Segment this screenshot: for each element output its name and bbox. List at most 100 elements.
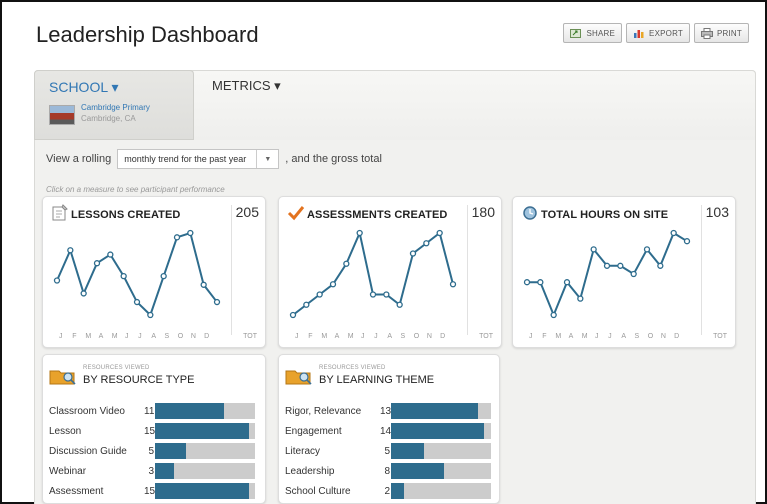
print-button[interactable]: PRINT xyxy=(694,23,749,43)
resource-count: 13 xyxy=(380,405,392,417)
resource-row[interactable]: Leadership 8 xyxy=(285,461,491,481)
data-point xyxy=(107,251,114,258)
month-label: A xyxy=(387,333,392,340)
resource-row[interactable]: Engagement 14 xyxy=(285,421,491,441)
resource-bar-fill xyxy=(155,443,187,459)
month-label: N xyxy=(190,333,196,340)
lessons-created-card[interactable]: LESSONS CREATED 205 J F M A M J J A S O N D TOT xyxy=(42,196,266,348)
resource-count: 11 xyxy=(144,405,155,417)
resource-count: 5 xyxy=(148,445,154,457)
resource-bar xyxy=(155,443,255,459)
trend-line xyxy=(292,229,454,316)
month-label: A xyxy=(621,333,626,340)
month-label: J xyxy=(608,333,612,340)
month-label: M xyxy=(321,333,328,340)
data-point xyxy=(643,246,651,253)
data-point xyxy=(80,290,87,297)
resource-count: 15 xyxy=(144,425,156,437)
resource-type-subtitle: RESOURCES VIEWED xyxy=(83,365,150,371)
resource-type-rows: Classroom Video 11 Lesson 15 Discussion Guid… xyxy=(49,401,255,501)
assessments-created-card[interactable]: ASSESSMENTS CREATED 180 J F M A M J J A S O N D TOT xyxy=(278,196,502,348)
page-title: Leadership Dashboard xyxy=(36,22,259,47)
rolling-prefix: View a rolling xyxy=(46,153,112,165)
data-point xyxy=(343,260,350,267)
data-point xyxy=(449,281,457,288)
data-point xyxy=(630,270,637,278)
card-total: 205 xyxy=(235,204,259,220)
month-label: N xyxy=(660,333,666,340)
data-point xyxy=(93,260,101,267)
share-label: SHARE xyxy=(586,28,616,38)
resource-bar-fill xyxy=(155,403,224,419)
data-point xyxy=(120,273,127,280)
resource-row[interactable]: Lesson 15 xyxy=(49,421,255,441)
month-label: O xyxy=(177,333,184,340)
month-axis: JFMAMJJASOND xyxy=(59,333,217,340)
data-point xyxy=(213,298,221,306)
resource-row[interactable]: Literacy 5 xyxy=(285,441,491,461)
resource-row[interactable]: Webinar 3 xyxy=(49,461,255,481)
folder-search-icon xyxy=(285,370,312,385)
resource-row[interactable]: Classroom Video 11 xyxy=(49,401,255,421)
export-icon xyxy=(634,29,644,38)
month-label: J xyxy=(124,333,129,340)
school-dropdown[interactable]: SCHOOL ▾ xyxy=(49,79,119,96)
month-label: D xyxy=(204,333,210,340)
school-tab[interactable]: SCHOOL ▾ Cambridge Primary Cambridge, CA xyxy=(34,70,194,140)
resource-label: Engagement xyxy=(285,425,342,437)
share-button[interactable]: SHARE xyxy=(563,23,623,43)
school-thumbnail xyxy=(49,105,75,125)
data-point xyxy=(670,229,677,237)
month-label: J xyxy=(360,333,365,340)
resource-label: Lesson xyxy=(49,425,82,437)
month-label: D xyxy=(674,333,680,340)
data-point xyxy=(590,246,597,253)
print-label: PRINT xyxy=(717,28,742,38)
hint-text: Click on a measure to see participant pe… xyxy=(46,185,225,194)
month-label: M xyxy=(111,333,118,340)
month-label: A xyxy=(568,333,574,340)
resource-bar xyxy=(391,483,491,499)
resource-row[interactable]: Discussion Guide 5 xyxy=(49,441,255,461)
resource-bar-fill xyxy=(155,483,249,499)
resource-bar xyxy=(391,403,491,419)
chevron-down-icon[interactable]: ▼ xyxy=(256,150,278,168)
month-label: D xyxy=(440,333,446,340)
export-button[interactable]: EXPORT xyxy=(626,23,690,43)
month-label: M xyxy=(85,333,92,340)
total-hours-on-site-card[interactable]: TOTAL HOURS ON SITE 103 J F M A M J J A S O N D TOT xyxy=(512,196,736,348)
resource-count: 14 xyxy=(380,425,392,437)
month-label: S xyxy=(400,333,406,340)
learning-theme-rows: Rigor, Relevance 13 Engagement 14 Literacy 5 L… xyxy=(285,401,491,501)
data-point xyxy=(303,301,310,308)
data-point xyxy=(289,311,297,319)
month-label: F xyxy=(72,333,77,340)
month-label: J xyxy=(594,333,599,340)
trend-select[interactable]: monthly trend for the past year ▼ xyxy=(117,149,280,169)
resource-row[interactable]: Rigor, Relevance 13 xyxy=(285,401,491,421)
data-point xyxy=(550,311,557,319)
data-point xyxy=(133,298,141,306)
school-name[interactable]: Cambridge Primary xyxy=(81,103,150,112)
app-frame: Leadership Dashboard SHARE EXPORT PRINT … xyxy=(0,0,767,504)
month-label: F xyxy=(542,333,547,340)
month-label: M xyxy=(555,333,562,340)
resource-row[interactable]: Assessment 15 xyxy=(49,481,255,501)
learning-theme-subtitle: RESOURCES VIEWED xyxy=(319,365,386,371)
resource-label: Webinar xyxy=(49,465,87,477)
learning-theme-card: RESOURCES VIEWED BY LEARNING THEME Rigor… xyxy=(278,354,500,504)
resource-bar-fill xyxy=(391,483,405,499)
resource-bar-fill xyxy=(391,443,425,459)
data-point xyxy=(683,238,691,245)
folder-search-icon xyxy=(49,370,76,385)
resource-bar xyxy=(391,423,491,439)
resource-label: Discussion Guide xyxy=(49,445,127,457)
rolling-control: View a rolling monthly trend for the pas… xyxy=(46,149,382,169)
share-icon xyxy=(570,28,582,38)
trend-line xyxy=(527,231,688,318)
tot-label: TOT xyxy=(713,333,727,340)
resource-bar-fill xyxy=(391,463,445,479)
resource-row[interactable]: School Culture 2 xyxy=(285,481,491,501)
metrics-dropdown[interactable]: METRICS ▾ xyxy=(212,78,281,94)
resource-bar xyxy=(155,403,255,419)
